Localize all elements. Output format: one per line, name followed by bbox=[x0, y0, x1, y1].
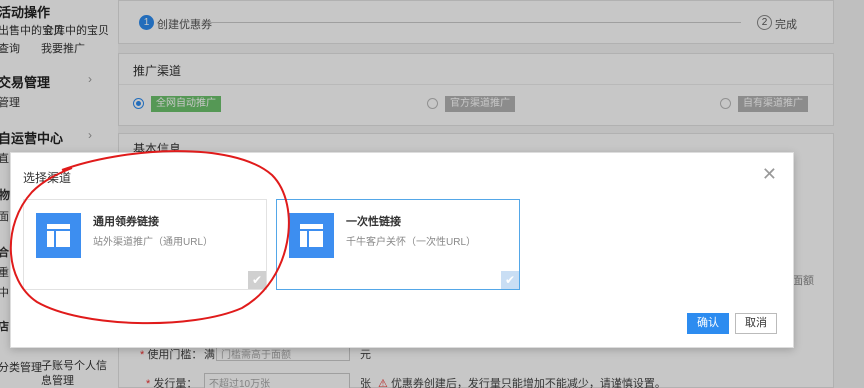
card-title: 通用领券链接 bbox=[93, 216, 159, 228]
layout-icon bbox=[36, 213, 81, 258]
modal-title: 选择渠道 bbox=[23, 171, 72, 185]
select-channel-modal: 选择渠道 ✕ 通用领券链接 站外渠道推广（通用URL） ✔ 一次性链接 千牛客户… bbox=[10, 152, 794, 348]
cancel-button[interactable]: 取消 bbox=[735, 313, 777, 334]
card-title: 一次性链接 bbox=[346, 216, 401, 228]
confirm-button[interactable]: 确认 bbox=[687, 313, 729, 334]
check-icon: ✔ bbox=[248, 271, 266, 289]
card-subtitle: 站外渠道推广（通用URL） bbox=[93, 237, 214, 248]
card-one-time-link[interactable]: 一次性链接 千牛客户关怀（一次性URL） ✔ bbox=[276, 199, 520, 290]
card-subtitle: 千牛客户关怀（一次性URL） bbox=[346, 237, 477, 248]
check-icon: ✔ bbox=[501, 271, 519, 289]
card-generic-coupon-link[interactable]: 通用领券链接 站外渠道推广（通用URL） ✔ bbox=[23, 199, 267, 290]
close-icon[interactable]: ✕ bbox=[762, 165, 777, 183]
layout-icon bbox=[289, 213, 334, 258]
